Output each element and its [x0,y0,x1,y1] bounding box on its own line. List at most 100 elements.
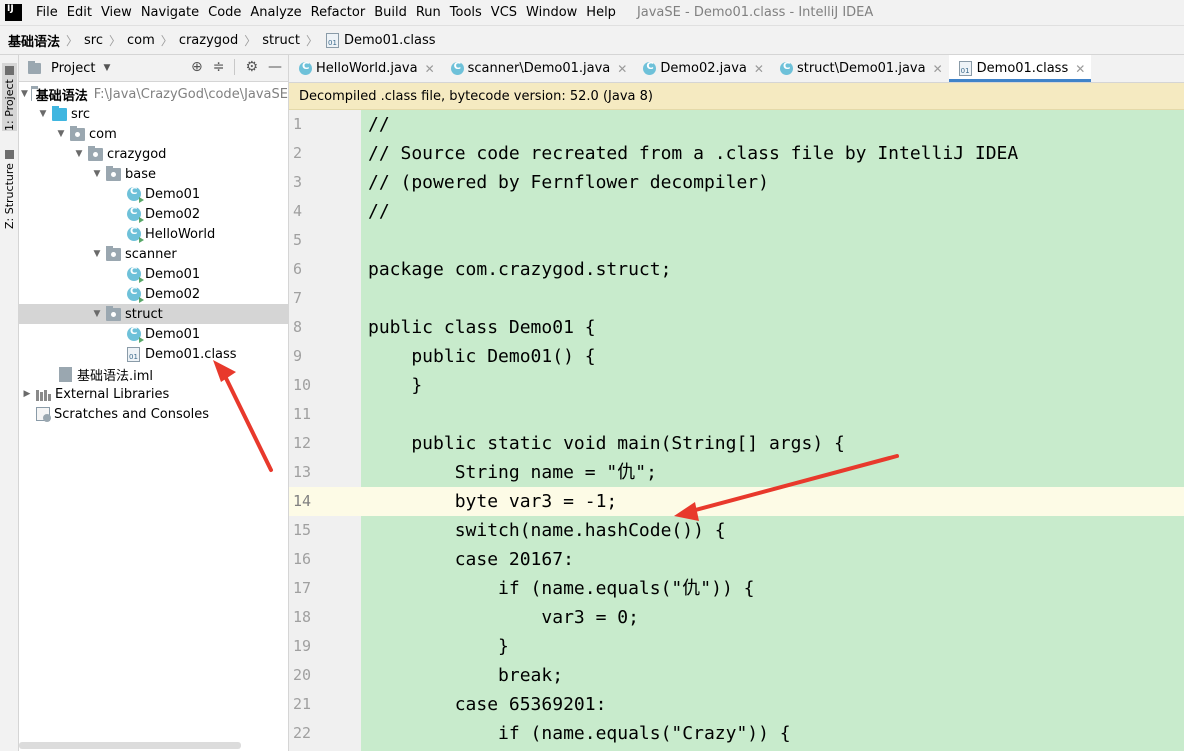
code-line[interactable]: case 65369201: [361,690,1184,719]
menu-build[interactable]: Build [370,5,411,20]
menu-edit[interactable]: Edit [63,5,96,20]
tree-row-scanner[interactable]: ▼ scanner [19,244,288,264]
close-icon[interactable]: ✕ [1075,62,1085,76]
tree-row-base-helloworld[interactable]: HelloWorld [19,224,288,244]
code-line[interactable] [361,226,1184,255]
code-line[interactable] [361,400,1184,429]
hide-panel-icon[interactable]: — [268,59,282,75]
tree-row-scanner-demo02[interactable]: Demo02 [19,284,288,304]
tab-demo02-java[interactable]: Demo02.java ✕ [633,55,770,82]
project-tool-icon [5,66,14,76]
code-editor[interactable]: // // Source code recreated from a .class… [361,110,1184,751]
chevron-down-icon[interactable]: ▼ [91,169,103,179]
chevron-down-icon[interactable]: ▼ [91,309,103,319]
chevron-right-icon[interactable]: ▶ [21,389,33,399]
tree-label: Demo01 [145,326,201,342]
module-folder-icon [30,85,37,101]
tree-row-com[interactable]: ▼ com [19,124,288,144]
code-line[interactable]: // [361,197,1184,226]
code-line[interactable]: public Demo01() { [361,342,1184,371]
menu-help[interactable]: Help [582,5,620,20]
code-line[interactable]: var3 = 0; [361,603,1184,632]
tool-tab-structure[interactable]: Z: Structure [2,147,17,229]
menu-refactor[interactable]: Refactor [307,5,370,20]
code-line[interactable]: // [361,110,1184,139]
tree-row-struct-demo01[interactable]: Demo01 [19,324,288,344]
tree-row-base[interactable]: ▼ base [19,164,288,184]
code-text: // [368,201,390,222]
tree-row-struct[interactable]: ▼ struct [19,304,288,324]
menu-tools[interactable]: Tools [446,5,486,20]
scratches-icon [36,407,51,422]
tree-row-base-demo02[interactable]: Demo02 [19,204,288,224]
code-line[interactable]: public static void main(String[] args) { [361,429,1184,458]
tree-label: Demo02 [145,206,201,222]
gear-icon[interactable]: ⚙ [245,59,258,75]
line-number: 1 [293,115,303,133]
close-icon[interactable]: ✕ [933,62,943,76]
breadcrumb-crazygod[interactable]: crazygod [179,33,238,48]
tree-row-root[interactable]: ▼ 基础语法 F:\Java\CrazyGod\code\JavaSE [19,84,288,104]
tree-row-crazygod[interactable]: ▼ crazygod [19,144,288,164]
menu-navigate[interactable]: Navigate [137,5,203,20]
code-line[interactable]: if (name.equals("仇")) { [361,574,1184,603]
chevron-down-icon[interactable]: ▼ [55,129,67,139]
tree-row-scanner-demo01[interactable]: Demo01 [19,264,288,284]
code-line[interactable]: if (name.equals("Crazy")) { [361,719,1184,748]
view-dropdown-icon[interactable]: ▼ [103,63,110,73]
code-line[interactable]: String name = "仇"; [361,458,1184,487]
code-text: package com.crazygod.struct; [368,259,672,280]
library-icon [36,388,51,401]
code-line[interactable]: case 20167: [361,545,1184,574]
toolbar-divider [234,59,236,75]
menu-run[interactable]: Run [412,5,445,20]
tab-helloworld-java[interactable]: HelloWorld.java ✕ [289,55,441,82]
tree-row-struct-demo01-class[interactable]: Demo01.class [19,344,288,364]
tool-tab-project[interactable]: 1: Project [2,63,17,131]
horizontal-scrollbar[interactable] [19,742,241,749]
breadcrumb-struct[interactable]: struct [262,33,300,48]
menu-vcs[interactable]: VCS [487,5,521,20]
close-icon[interactable]: ✕ [617,62,627,76]
tree-row-base-demo01[interactable]: Demo01 [19,184,288,204]
tree-row-src[interactable]: ▼ src [19,104,288,124]
code-line[interactable]: package com.crazygod.struct; [361,255,1184,284]
tab-scanner-demo01-java[interactable]: scanner\Demo01.java ✕ [441,55,634,82]
code-line[interactable]: public class Demo01 { [361,313,1184,342]
code-line[interactable]: } [361,371,1184,400]
chevron-down-icon[interactable]: ▼ [73,149,85,159]
locate-file-icon[interactable]: ⊕ [191,59,203,75]
chevron-down-icon[interactable]: ▼ [37,109,49,119]
code-line[interactable]: // (powered by Fernflower decompiler) [361,168,1184,197]
breadcrumb-com[interactable]: com [127,33,155,48]
menu-file[interactable]: File [32,5,62,20]
project-view-title[interactable]: Project [51,61,95,76]
close-icon[interactable]: ✕ [425,62,435,76]
close-icon[interactable]: ✕ [754,62,764,76]
collapse-all-icon[interactable]: ≑ [213,59,225,75]
menu-window[interactable]: Window [522,5,581,20]
tab-struct-demo01-java[interactable]: struct\Demo01.java ✕ [770,55,949,82]
menu-analyze[interactable]: Analyze [246,5,305,20]
chevron-down-icon[interactable]: ▼ [91,249,103,259]
chevron-down-icon[interactable]: ▼ [21,89,28,99]
tab-demo01-class[interactable]: Demo01.class ✕ [948,55,1092,82]
line-number-gutter[interactable]: 1 2 3 4 5 6 7 8 9 10 11 12 13 14 15 16 17 18 19 20 21 22 [289,110,361,751]
package-icon [106,165,121,181]
tree-row-external-libraries[interactable]: ▶ External Libraries [19,384,288,404]
breadcrumb-file[interactable]: Demo01.class [344,33,436,48]
code-line-current[interactable]: byte var3 = -1; [361,487,1184,516]
project-panel-header: Project ▼ ⊕ ≑ ⚙ — [19,55,288,82]
breadcrumb-project[interactable]: 基础语法 [8,31,60,50]
code-line[interactable]: break; [361,661,1184,690]
menu-code[interactable]: Code [204,5,245,20]
code-line[interactable]: // Source code recreated from a .class f… [361,139,1184,168]
tree-row-scratches[interactable]: Scratches and Consoles [19,404,288,424]
code-line[interactable] [361,284,1184,313]
tree-row-iml[interactable]: 基础语法.iml [19,364,288,384]
code-text: byte var3 = -1; [368,491,618,512]
code-line[interactable]: } [361,632,1184,661]
code-line[interactable]: switch(name.hashCode()) { [361,516,1184,545]
breadcrumb-src[interactable]: src [84,33,103,48]
menu-view[interactable]: View [97,5,136,20]
